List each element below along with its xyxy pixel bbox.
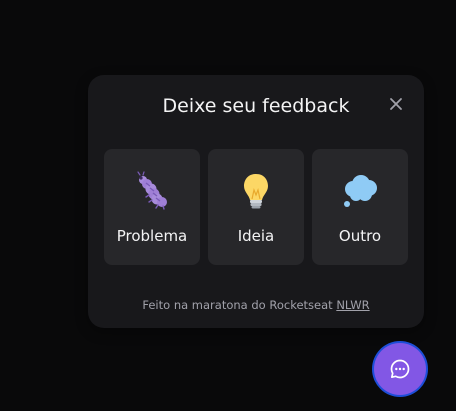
lightbulb-icon xyxy=(236,171,276,211)
feedback-widget: Deixe seu feedback Problema Ideia Outro … xyxy=(88,75,424,328)
close-button[interactable] xyxy=(386,94,406,114)
footer-text: Feito na maratona do Rocketseat xyxy=(142,298,333,312)
thought-bubble-icon xyxy=(340,171,380,211)
footer: Feito na maratona do Rocketseat NLWR xyxy=(88,297,424,313)
close-icon xyxy=(390,98,402,110)
option-label: Outro xyxy=(338,227,382,245)
page: Deixe seu feedback Problema Ideia Outro … xyxy=(0,0,456,411)
option-label: Ideia xyxy=(237,227,275,245)
feedback-type-list: Problema Ideia Outro xyxy=(104,149,408,265)
widget-title: Deixe seu feedback xyxy=(162,95,350,117)
option-outro[interactable]: Outro xyxy=(312,149,408,265)
feedback-button[interactable] xyxy=(374,343,426,395)
option-label: Problema xyxy=(116,227,188,245)
option-ideia[interactable]: Ideia xyxy=(208,149,304,265)
footer-link[interactable]: NLWR xyxy=(336,298,369,312)
bug-icon xyxy=(132,171,172,211)
chat-bubble-icon xyxy=(390,359,410,379)
option-problema[interactable]: Problema xyxy=(104,149,200,265)
